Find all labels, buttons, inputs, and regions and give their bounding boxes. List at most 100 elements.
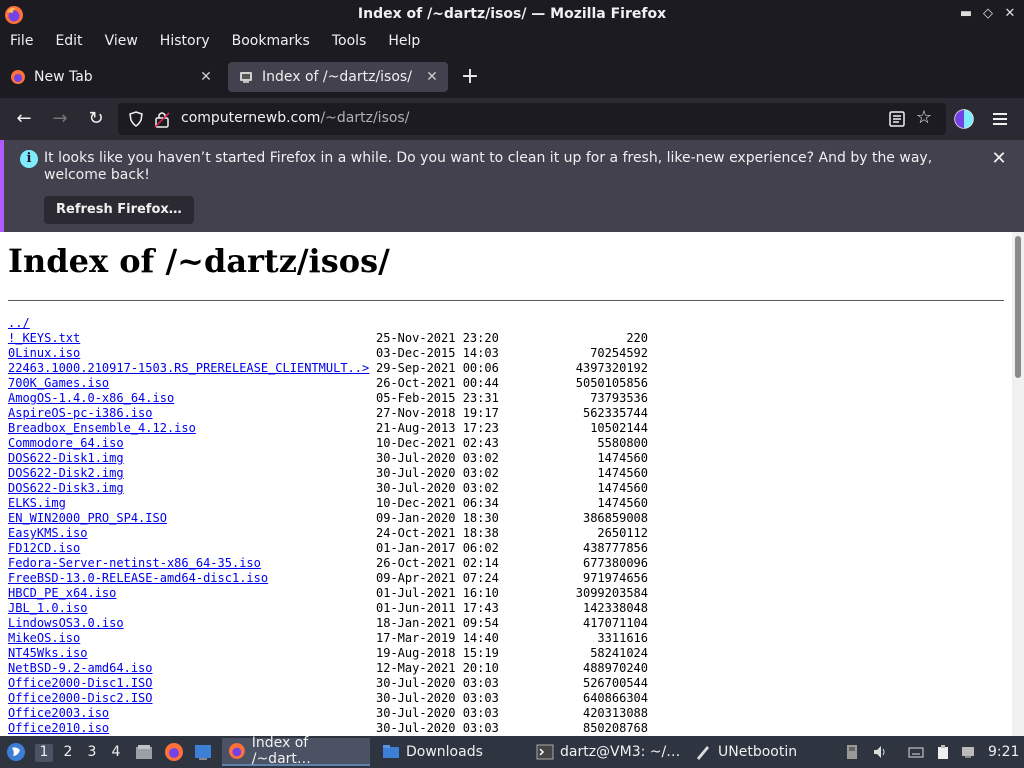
workspace-2[interactable]: 2 [59,744,77,762]
file-date: 25-Nov-2021 23:20 [376,331,499,345]
close-tab-icon[interactable]: ✕ [422,69,442,85]
info-icon: i [20,150,38,168]
file-size: 2650112 [597,526,648,540]
unetbootin-icon [697,746,709,760]
listing-row: LindowsOS3.0.iso 18-Jan-2021 09:54 4170711… [8,616,648,631]
task-firefox[interactable]: Index of /~dart… [222,735,370,767]
menu-tools[interactable]: Tools [332,30,367,54]
file-link[interactable]: 0Linux.iso [8,346,80,361]
menu-view[interactable]: View [105,30,138,54]
page-scrollbar[interactable] [1012,232,1024,736]
file-link[interactable]: EasyKMS.iso [8,526,87,541]
task-downloads[interactable]: Downloads [376,738,524,766]
file-link[interactable]: DOS622-Disk1.img [8,451,124,466]
menu-bookmarks[interactable]: Bookmarks [232,30,310,54]
removable-drive-icon[interactable] [844,744,860,760]
file-size: 1474560 [597,496,648,510]
menu-file[interactable]: File [10,30,33,54]
file-link[interactable]: Office2010.iso [8,721,109,736]
close-window-button[interactable]: ✕ [1002,5,1018,23]
file-link[interactable]: Breadbox_Ensemble_4.12.iso [8,421,196,436]
file-size: 73793536 [590,391,648,405]
refresh-firefox-button[interactable]: Refresh Firefox… [44,196,194,224]
file-link[interactable]: 22463.1000.210917-1503.RS_PRERELEASE_CLI… [8,361,369,376]
tab-label: Index of /~dartz/isos/ [262,69,412,85]
menu-edit[interactable]: Edit [55,30,82,54]
file-link[interactable]: DOS622-Disk3.img [8,481,124,496]
listing-row: NT45Wks.iso 19-Aug-2018 15:19 58241024 [8,646,648,661]
file-link[interactable]: JBL_1.0.iso [8,601,87,616]
menu-help[interactable]: Help [388,30,420,54]
clipboard-icon[interactable] [935,744,951,760]
file-link[interactable]: DOS622-Disk2.img [8,466,124,481]
forward-button[interactable]: → [49,108,71,130]
file-link[interactable]: Office2003.iso [8,706,109,721]
file-link[interactable]: FreeBSD-13.0-RELEASE-amd64-disc1.iso [8,571,268,586]
start-menu-icon[interactable] [6,742,26,762]
minimize-button[interactable]: ▬ [958,5,974,23]
task-label: Downloads [406,744,483,760]
file-date: 09-Apr-2021 07:24 [376,571,499,585]
back-button[interactable]: ← [13,108,35,130]
file-date: 10-Dec-2021 06:34 [376,496,499,510]
new-tab-button[interactable]: + [458,66,482,90]
menu-history[interactable]: History [160,30,210,54]
file-size: 10502144 [590,421,648,435]
file-size: 526700544 [582,676,648,690]
close-notification-icon[interactable]: ✕ [990,150,1008,168]
tracking-protection-shield-icon[interactable] [128,111,144,127]
file-link[interactable]: HBCD_PE_x64.iso [8,586,116,601]
listing-row: !_KEYS.txt 25-Nov-2021 23:20 220 [8,331,648,346]
app-menu-icon[interactable] [990,110,1010,128]
bookmark-star-icon[interactable]: ☆ [914,108,934,128]
url-bar[interactable]: computernewb.com/~dartz/isos/ ☆ [118,103,946,135]
url-text[interactable]: computernewb.com/~dartz/isos/ [181,110,409,126]
workspace-4[interactable]: 4 [107,744,125,762]
heading-divider [8,300,1004,301]
file-link[interactable]: NetBSD-9.2-amd64.iso [8,661,153,676]
file-link[interactable]: 700K_Games.iso [8,376,109,391]
file-link[interactable]: FD12CD.iso [8,541,80,556]
workspace-3[interactable]: 3 [83,744,101,762]
volume-icon[interactable] [872,744,888,760]
lock-icon[interactable] [154,110,170,128]
file-link[interactable]: Fedora-Server-netinst-x86_64-35.iso [8,556,261,571]
parent-directory-link[interactable]: ../ [8,316,30,331]
file-link[interactable]: Office2000-Disc2.ISO [8,691,153,706]
file-size: 5580800 [597,436,648,450]
file-link[interactable]: AmogOS-1.4.0-x86_64.iso [8,391,174,406]
file-link[interactable]: EN_WIN2000_PRO_SP4.ISO [8,511,167,526]
window-titlebar[interactable]: Index of /~dartz/isos/ — Mozilla Firefox… [0,0,1024,30]
file-link[interactable]: AspireOS-pc-i386.iso [8,406,153,421]
network-icon[interactable] [960,744,976,760]
file-link[interactable]: NT45Wks.iso [8,646,87,661]
restore-button[interactable]: ◇ [980,5,996,23]
file-date: 09-Jan-2020 18:30 [376,511,499,525]
keyboard-icon[interactable] [908,744,924,760]
tab-index-of-isos[interactable]: Index of /~dartz/isos/ ✕ [228,62,448,92]
firefox-account-icon[interactable] [953,108,975,130]
task-terminal[interactable]: dartz@VM3: ~/… [530,738,682,766]
file-link[interactable]: LindowsOS3.0.iso [8,616,124,631]
file-link[interactable]: Office2000-Disc1.ISO [8,676,153,691]
scrollbar-thumb[interactable] [1015,236,1021,378]
desktop-launcher-icon[interactable] [193,742,213,762]
reader-view-icon[interactable] [888,110,906,128]
firefox-launcher-icon[interactable] [164,742,184,762]
file-link[interactable]: !_KEYS.txt [8,331,80,346]
file-date: 30-Jul-2020 03:02 [376,466,499,480]
file-size: 640866304 [582,691,648,705]
workspace-1[interactable]: 1 [35,744,53,762]
reload-button[interactable]: ↻ [85,108,107,130]
tab-strip: New Tab ✕ Index of /~dartz/isos/ ✕ + [0,58,1024,98]
task-unetbootin[interactable]: UNetbootin [688,738,836,766]
file-size: 386859008 [582,511,648,525]
file-link[interactable]: MikeOS.iso [8,631,80,646]
file-manager-launcher-icon[interactable] [134,742,154,762]
file-link[interactable]: Commodore_64.iso [8,436,124,451]
listing-row: DOS622-Disk1.img 30-Jul-2020 03:02 1474560 [8,451,648,466]
file-size: 488970240 [582,661,648,675]
file-link[interactable]: ELKS.img [8,496,66,511]
tab-new-tab[interactable]: New Tab ✕ [0,62,222,92]
close-tab-icon[interactable]: ✕ [196,69,216,85]
